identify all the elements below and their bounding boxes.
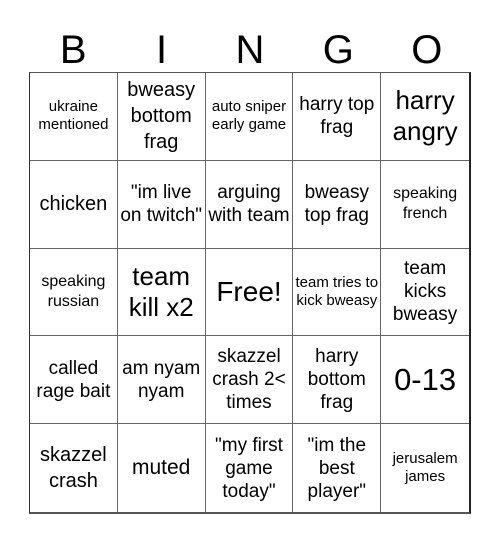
cell-text: team kill x2: [128, 260, 194, 322]
cell-text: speaking russian: [41, 272, 106, 310]
bingo-cell[interactable]: team kill x2: [117, 248, 206, 337]
cell-text: bweasy bottom frag: [127, 79, 196, 154]
bingo-cell[interactable]: auto sniper early game: [205, 73, 294, 161]
bingo-cell[interactable]: called rage bait: [30, 336, 118, 425]
bingo-cell[interactable]: speaking russian: [30, 248, 118, 337]
cell-text: called rage bait: [36, 357, 111, 402]
bingo-cell[interactable]: "im live on twitch": [117, 160, 206, 249]
bingo-cell[interactable]: bweasy top frag: [293, 160, 382, 249]
cell-text: skazzel crash 2< times: [212, 346, 286, 414]
cell-text: bweasy top frag: [304, 182, 369, 227]
free-space-text: Free!: [216, 276, 282, 308]
bingo-cell[interactable]: "im the best player": [293, 424, 382, 512]
free-space-cell[interactable]: Free!: [205, 248, 294, 337]
bingo-cell[interactable]: jerusalem james: [381, 424, 469, 512]
cell-text: auto sniper early game: [211, 98, 287, 134]
cell-text: team kicks bweasy: [392, 258, 458, 326]
header-letter-i: I: [156, 28, 168, 72]
cell-text: harry top frag: [299, 94, 375, 139]
bingo-cell[interactable]: skazzel crash 2< times: [205, 336, 294, 425]
cell-text: skazzel crash: [40, 444, 107, 493]
bingo-cell[interactable]: ukraine mentioned: [30, 73, 118, 161]
bingo-cell[interactable]: harry angry: [381, 73, 469, 161]
bingo-cell[interactable]: 0-13: [381, 336, 469, 425]
bingo-cell[interactable]: bweasy bottom frag: [117, 73, 206, 161]
bingo-cell[interactable]: arguing with team: [205, 160, 294, 249]
cell-text: chicken: [39, 193, 108, 216]
cell-text: muted: [132, 456, 191, 480]
cell-text: "my first game today": [215, 434, 283, 502]
bingo-cell[interactable]: muted: [118, 424, 206, 512]
cell-text: ukraine mentioned: [38, 98, 109, 134]
bingo-cell[interactable]: speaking french: [381, 161, 469, 249]
bingo-card-grid: ukraine mentioned bweasy bottom frag aut…: [29, 72, 471, 514]
header-letter-b: B: [59, 28, 87, 72]
cell-text: jerusalem james: [392, 450, 458, 486]
header-letter-g: G: [322, 28, 354, 72]
cell-text: "im live on twitch": [120, 182, 203, 227]
bingo-cell[interactable]: skazzel crash: [30, 424, 118, 512]
header-letter-n: N: [235, 28, 265, 72]
bingo-cell[interactable]: chicken: [30, 160, 118, 249]
bingo-cell[interactable]: team kicks bweasy: [381, 249, 469, 337]
cell-text: "im the best player": [307, 434, 367, 502]
cell-text: speaking french: [393, 185, 458, 223]
cell-text: am nyam nyam: [122, 357, 201, 402]
bingo-cell[interactable]: harry top frag: [293, 73, 382, 161]
bingo-cell[interactable]: "my first game today": [206, 424, 294, 512]
bingo-cell[interactable]: am nyam nyam: [117, 336, 206, 425]
bingo-header: B I N G O: [29, 28, 471, 72]
cell-text: team tries to kick bweasy: [295, 273, 379, 309]
cell-text: harry angry: [392, 85, 458, 147]
bingo-cell[interactable]: harry bottom frag: [293, 336, 382, 425]
bingo-cell[interactable]: team tries to kick bweasy: [293, 248, 382, 337]
cell-text: arguing with team: [208, 182, 290, 227]
cell-text: harry bottom frag: [307, 346, 366, 414]
header-letter-o: O: [411, 28, 443, 72]
cell-text: 0-13: [394, 361, 457, 397]
